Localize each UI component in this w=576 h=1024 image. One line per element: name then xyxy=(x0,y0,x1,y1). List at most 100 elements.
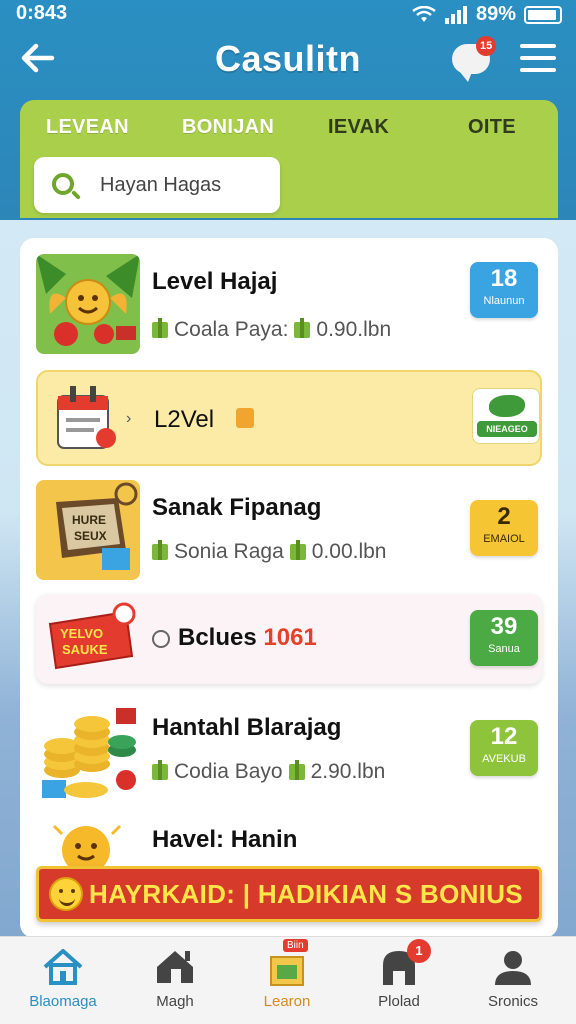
item-badge: 39 Sanua xyxy=(470,610,538,666)
badge-number: 39 xyxy=(490,613,518,640)
item-thumbnail: HURE SEUX xyxy=(36,480,140,580)
thumb-text-a: HURE xyxy=(72,513,106,527)
promo-sign-image: YELVO SAUKE xyxy=(44,598,140,680)
thumb-text-a: YELVO xyxy=(60,626,103,641)
filter-tabs: LEVEAN BONIJAN IEVAK OITE xyxy=(20,116,558,144)
item-thumbnail xyxy=(52,380,122,456)
search-box[interactable] xyxy=(34,157,280,213)
nav-label: Plolad xyxy=(378,993,420,1010)
badge-label: AVEKUB xyxy=(482,753,526,765)
coins-image xyxy=(36,700,140,800)
bottom-nav: Blaomaga Magh Biin Learon 1 Plolad Sroni… xyxy=(0,936,576,1024)
status-icons: 89% xyxy=(412,3,562,26)
item-title: Sanak Fipanag xyxy=(152,494,322,521)
item-subtitle: Coala Paya: 0.90.lbn xyxy=(152,318,391,342)
home-icon xyxy=(41,947,85,987)
item-sub-a: Sonia Raga xyxy=(174,540,284,563)
box-icon xyxy=(236,408,254,428)
badge-number: 18 xyxy=(490,265,518,292)
item-thumbnail xyxy=(36,700,140,800)
item-title: Hantahl Blarajag xyxy=(152,714,342,741)
nav-label: Magh xyxy=(156,993,194,1010)
battery-icon xyxy=(524,5,562,24)
item-badge: 2 EMAIOL xyxy=(470,500,538,556)
chat-badge: 15 xyxy=(476,36,497,56)
search-input[interactable] xyxy=(100,169,270,201)
nav-item-plolad[interactable]: 1 Plolad xyxy=(344,939,454,1010)
chat-button[interactable]: 15 xyxy=(452,36,497,82)
item-title-highlight: 1061 xyxy=(263,624,317,651)
item-title-text: Bclues xyxy=(178,624,257,651)
item-thumbnail xyxy=(36,254,140,354)
leaf-icon xyxy=(489,395,525,417)
badge-number: 12 xyxy=(490,723,518,750)
fruit-mascot-image xyxy=(36,816,140,870)
menu-line xyxy=(520,44,556,48)
fruit-mascot-image xyxy=(36,254,140,354)
nav-tag: Biin xyxy=(283,939,308,952)
list-item[interactable]: YELVO SAUKE Bclues 1061 39 Sanua xyxy=(36,594,542,684)
circle-icon xyxy=(152,629,170,648)
item-tag: NIEAGEO xyxy=(472,388,540,444)
item-sub-b: 0.90.lbn xyxy=(316,318,392,341)
wifi-icon xyxy=(412,5,436,22)
badge-label: Sanua xyxy=(488,643,520,655)
item-subtitle: Codia Bayo 2.90.lbn xyxy=(152,760,385,784)
gift-icon xyxy=(289,540,306,560)
arch-icon: 1 xyxy=(377,939,431,987)
badge-number: 2 xyxy=(497,503,511,530)
suitcase-sign-image: HURE SEUX xyxy=(36,480,140,580)
item-title: Bclues 1061 xyxy=(152,624,317,652)
list-item[interactable]: Hantahl Blarajag Codia Bayo 2.90.lbn 12 … xyxy=(20,698,558,808)
house-icon xyxy=(153,947,197,987)
menu-button[interactable] xyxy=(520,44,556,76)
thumb-text-b: SEUX xyxy=(74,529,107,543)
battery-percent: 89% xyxy=(475,3,516,25)
item-subtitle: Sonia Raga 0.00.lbn xyxy=(152,540,386,564)
promo-text: HAYRKAID: | HADIKIAN S BONIUS xyxy=(89,878,523,909)
status-bar: 0:843 89% xyxy=(0,0,576,28)
store-icon: Biin xyxy=(265,939,309,987)
tab-4[interactable]: OITE xyxy=(468,116,516,139)
menu-line xyxy=(520,68,556,72)
nav-item-sronics[interactable]: Sronics xyxy=(458,947,568,1010)
badge-label: Nlaunun xyxy=(483,295,525,307)
menu-line xyxy=(520,56,556,60)
list-item[interactable]: Level Hajaj Coala Paya: 0.90.lbn 18 Nlau… xyxy=(20,252,558,362)
nav-label: Sronics xyxy=(487,993,539,1010)
item-thumbnail xyxy=(36,816,140,870)
item-thumbnail: YELVO SAUKE xyxy=(44,598,140,680)
nav-item-home[interactable]: Blaomaga xyxy=(8,947,118,1010)
item-title: L2Vel xyxy=(154,406,215,433)
game-list: Level Hajaj Coala Paya: 0.90.lbn 18 Nlau… xyxy=(20,238,558,938)
gift-icon xyxy=(152,318,168,338)
filter-panel: LEVEAN BONIJAN IEVAK OITE xyxy=(20,100,558,218)
nav-badge: 1 xyxy=(407,939,431,963)
tag-label: NIEAGEO xyxy=(477,421,537,437)
gift-icon xyxy=(294,318,311,338)
item-sub-a: Codia Bayo xyxy=(174,760,283,783)
item-title: Havel: Hanin xyxy=(152,826,298,853)
gift-icon xyxy=(288,760,305,780)
gift-icon xyxy=(152,760,168,780)
tab-1[interactable]: LEVEAN xyxy=(46,116,129,139)
app-bar: Casulitn 15 xyxy=(0,30,576,94)
signal-icon xyxy=(444,5,467,24)
nav-label: Learon xyxy=(263,993,311,1010)
calendar-icon xyxy=(57,386,116,449)
search-icon xyxy=(52,173,74,195)
item-badge: 18 Nlaunun xyxy=(470,262,538,318)
gift-icon xyxy=(152,540,168,560)
item-badge: 12 AVEKUB xyxy=(470,720,538,776)
item-sub-b: 0.00.lbn xyxy=(311,540,387,563)
list-item[interactable]: HURE SEUX Sanak Fipanag Sonia Raga 0.00.… xyxy=(20,478,558,588)
list-item-highlighted[interactable]: › L2Vel NIEAGEO xyxy=(36,370,542,466)
status-time: 0:843 xyxy=(16,2,68,24)
tab-3[interactable]: IEVAK xyxy=(328,116,389,139)
nav-label: Blaomaga xyxy=(29,993,97,1010)
promo-banner[interactable]: HAYRKAID: | HADIKIAN S BONIUS xyxy=(36,866,542,922)
chevron-right-icon: › xyxy=(126,410,132,427)
tab-2[interactable]: BONIJAN xyxy=(182,116,274,139)
nav-item-learon[interactable]: Biin Learon xyxy=(232,939,342,1010)
nav-item-magh[interactable]: Magh xyxy=(120,947,230,1010)
